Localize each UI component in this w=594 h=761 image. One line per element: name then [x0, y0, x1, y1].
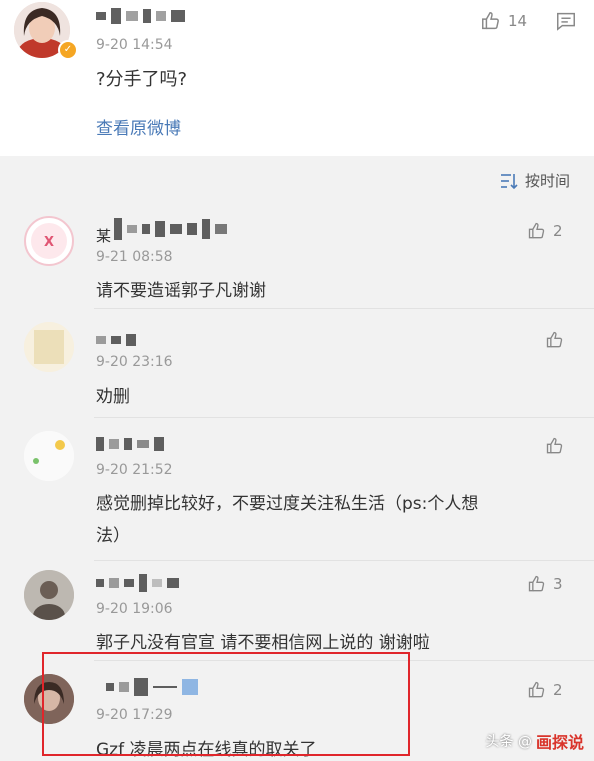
thumbs-up-icon	[546, 331, 563, 348]
commenter-avatar[interactable]: X	[24, 216, 74, 266]
comment-like-count: 2	[553, 222, 563, 240]
comment-time: 9-21 08:58	[96, 249, 173, 265]
thumbs-up-icon	[528, 575, 545, 592]
verified-badge-icon: ✓	[58, 40, 78, 60]
comment-text: 请不要造谣郭子凡谢谢	[96, 281, 266, 301]
sort-label: 按时间	[524, 172, 570, 190]
comment-like-button[interactable]: 3	[527, 574, 563, 594]
view-original-link[interactable]: 查看原微博	[96, 114, 181, 139]
post-text: ?分手了吗?	[96, 69, 188, 90]
post-author-name[interactable]	[96, 8, 185, 24]
comment-icon	[557, 12, 575, 31]
comment-like-count: 3	[553, 575, 563, 593]
comment-item: X 某 9-21 08:58 请不要造谣郭子凡谢谢 2	[0, 203, 594, 307]
comment-text: 劝删	[96, 387, 130, 407]
commenter-avatar[interactable]	[24, 322, 74, 372]
comment-time: 9-20 23:16	[96, 354, 173, 370]
comment-item: 9-20 23:16 劝删	[0, 310, 594, 416]
comment-like-count: 2	[553, 681, 563, 699]
commenter-name[interactable]	[96, 574, 179, 592]
thumbs-up-icon	[546, 437, 563, 454]
comment-time: 9-20 19:06	[96, 601, 173, 617]
commenter-avatar[interactable]	[24, 570, 74, 620]
comment-text-line2: 法）	[96, 526, 130, 546]
comment-time: 9-20 21:52	[96, 462, 173, 478]
post-time: 9-20 14:54	[96, 37, 173, 53]
thumbs-up-icon	[528, 222, 545, 239]
sort-by-time-button[interactable]: 按时间	[499, 170, 570, 191]
thumbs-up-icon	[482, 12, 499, 30]
post-like-count: 14	[508, 12, 528, 30]
commenter-avatar[interactable]	[24, 431, 74, 481]
comment-like-button[interactable]	[545, 436, 571, 456]
divider	[94, 308, 594, 309]
comment-like-button[interactable]	[545, 330, 571, 350]
post-comment-button[interactable]	[555, 10, 577, 36]
commenter-name[interactable]	[96, 437, 164, 451]
comment-item: 9-20 19:06 郭子凡没有官宣 请不要相信网上说的 谢谢啦 3	[0, 562, 594, 658]
watermark: 头条 @ 画探说	[486, 729, 584, 753]
divider	[94, 417, 594, 418]
thumbs-up-icon	[528, 681, 545, 698]
original-post: ✓ 9-20 14:54 ?分手了吗? 查看原微博 14	[0, 0, 594, 156]
commenter-name-prefix: 某	[96, 227, 112, 245]
comment-like-button[interactable]: 2	[527, 221, 563, 241]
watermark-prefix: 头条 @	[485, 734, 532, 750]
commenter-name[interactable]	[96, 334, 136, 346]
post-like-button[interactable]: 14	[480, 10, 527, 32]
divider	[94, 560, 594, 561]
comment-text: 郭子凡没有官宣 请不要相信网上说的 谢谢啦	[96, 633, 430, 653]
svg-text:X: X	[44, 235, 54, 250]
watermark-brand: 画探说	[535, 733, 584, 752]
comment-text: 感觉删掉比较好，不要过度关注私生活（ps:个人想	[96, 494, 479, 514]
highlight-box	[42, 652, 410, 756]
comment-item: 9-20 21:52 感觉删掉比较好，不要过度关注私生活（ps:个人想 法）	[0, 419, 594, 559]
comment-like-button[interactable]: 2	[527, 680, 563, 700]
commenter-name[interactable]	[114, 218, 227, 240]
sort-icon	[500, 173, 518, 189]
